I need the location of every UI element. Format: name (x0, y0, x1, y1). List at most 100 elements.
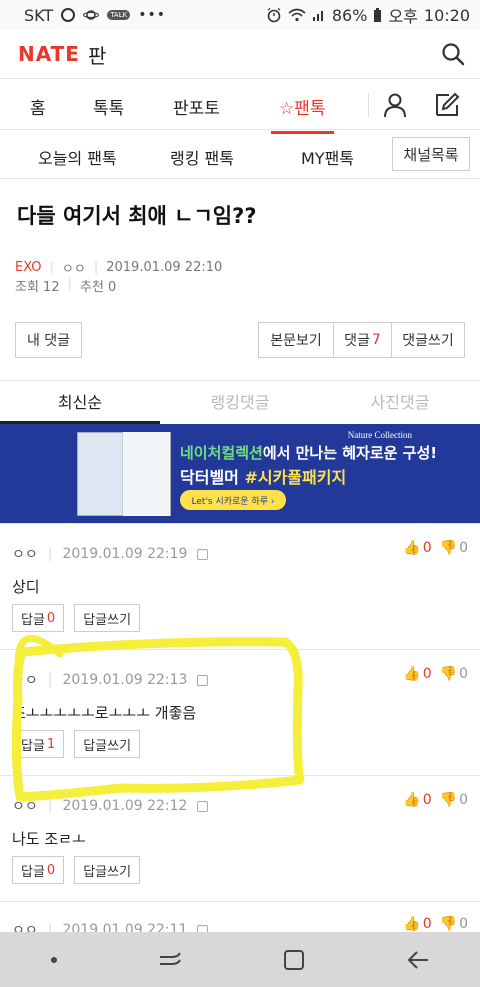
tab-pann-photo[interactable]: 판포토 (173, 94, 220, 119)
comment-datetime: 2019.01.09 22:11 (62, 922, 188, 932)
comments-label: 댓글 (344, 333, 370, 349)
reply-count-button[interactable]: 답글 0 (12, 604, 65, 632)
comment-nick: ㅇㅇ (12, 673, 38, 689)
downvote-count: 0 (459, 540, 468, 556)
post-views: 조회 12 (15, 280, 60, 295)
downvote-count: 0 (459, 916, 468, 932)
comment-body: 조ㅗㅗㅗㅗㅗ로ㅗㅗㅗ 개좋음 (12, 704, 197, 722)
thumbs-up-icon: 👍 (403, 916, 421, 932)
reply-count-button[interactable]: 답글 0 (12, 856, 65, 884)
tab-toktok[interactable]: 톡톡 (93, 94, 124, 119)
subnav-my-fantalk[interactable]: MY팬톡 (301, 145, 354, 169)
post-stats: 조회 12 | 추천 0 (15, 276, 116, 295)
write-reply-label: 답글쓰기 (83, 864, 132, 880)
comment-meta: ㅇㅇ | 2019.01.09 22:13 (12, 670, 209, 690)
dot-icon[interactable] (50, 956, 57, 963)
view-body-label: 본문보기 (270, 333, 322, 349)
banner-product: 닥터벨머 (180, 468, 245, 487)
divider: | (47, 672, 53, 688)
thumbs-down-icon: 👎 (439, 666, 458, 682)
post-recommends: 추천 0 (80, 280, 117, 295)
report-icon[interactable] (197, 674, 209, 686)
write-reply-button[interactable]: 답글쓰기 (74, 604, 141, 632)
report-icon[interactable] (197, 924, 209, 932)
report-icon[interactable] (197, 548, 209, 560)
write-reply-label: 답글쓰기 (83, 738, 132, 754)
report-icon[interactable] (197, 800, 209, 812)
moon-icon (61, 8, 76, 22)
sub-nav: 오늘의 팬톡 랭킹 팬톡 MY팬톡 채널목록 (0, 131, 480, 179)
tab-home[interactable]: 홈 (30, 94, 46, 119)
comment-votes: 👍 0 👎 0 (403, 792, 468, 808)
view-body-button[interactable]: 본문보기 (258, 322, 334, 358)
subnav-ranking-fantalk[interactable]: 랭킹 팬톡 (170, 145, 234, 169)
comment-votes: 👍 0 👎 0 (403, 666, 468, 682)
comment-actions: 답글 0 답글쓰기 (12, 856, 141, 884)
channel-list-button[interactable]: 채널목록 (392, 137, 470, 171)
divider: | (49, 260, 54, 275)
comment-sort-tabs: 최신순 랭킹댓글 사진댓글 (0, 380, 480, 424)
comment-actions: 답글 1 답글쓰기 (12, 730, 141, 758)
more-notifications-icon: ••• (138, 7, 166, 23)
status-bar: SKT TALK ••• 86% 오후 10:20 (0, 0, 480, 30)
subnav-today-fantalk[interactable]: 오늘의 팬톡 (38, 145, 117, 169)
user-icon[interactable] (382, 92, 408, 118)
downvote-button[interactable]: 👎 0 (440, 666, 468, 682)
comment-nick: ㅇㅇ (12, 799, 38, 815)
tab-latest[interactable]: 최신순 (0, 381, 160, 424)
downvote-button[interactable]: 👎 0 (440, 916, 468, 932)
downvote-count: 0 (459, 792, 468, 808)
main-tabs: 홈 톡톡 판포토 ☆팬톡 (0, 78, 480, 134)
post-meta: EXO | ㅇㅇ | 2019.01.09 22:10 (15, 258, 222, 277)
upvote-button[interactable]: 👍 0 (403, 792, 431, 808)
upvote-button[interactable]: 👍 0 (403, 540, 431, 556)
upvote-button[interactable]: 👍 0 (403, 666, 431, 682)
banner-headline: 네이처컬렉션에서 만나는 혜자로운 구성! (180, 442, 437, 463)
banner-hashtag: #시카풀패키지 (244, 468, 347, 487)
upvote-count: 0 (422, 666, 432, 682)
nate-logo[interactable]: NATE (18, 42, 80, 66)
divider: | (47, 798, 53, 814)
write-icon[interactable] (433, 91, 461, 119)
comment-item: ㅇㅇ | 2019.01.09 22:12 👍 0 👎 0 나도 조ㄹㅗ 답글 0 답… (0, 775, 480, 901)
comment-nick: ㅇㅇ (12, 923, 38, 932)
downvote-button[interactable]: 👎 0 (440, 540, 468, 556)
signal-icon (312, 11, 323, 21)
recent-apps-icon[interactable] (158, 950, 182, 970)
ampm-label: 오후 (388, 7, 418, 26)
tab-photo-comments[interactable]: 사진댓글 (320, 381, 480, 424)
comment-body: 나도 조ㄹㅗ (12, 830, 86, 848)
tab-fantalk[interactable]: ☆팬톡 (271, 94, 333, 134)
tab-ranking-comments[interactable]: 랭킹댓글 (160, 381, 320, 424)
upvote-button[interactable]: 👍 0 (403, 916, 431, 932)
my-comments-button[interactable]: 내 댓글 (15, 322, 82, 358)
reply-count-button[interactable]: 답글 1 (12, 730, 65, 758)
home-icon[interactable] (283, 949, 305, 971)
comment-body: 상디 (12, 578, 40, 596)
write-reply-button[interactable]: 답글쓰기 (74, 730, 141, 758)
banner-cta-button[interactable]: Let's 시카로운 하루 › (180, 490, 286, 510)
divider: | (67, 276, 72, 291)
battery-percent: 86% (331, 5, 368, 25)
comment-item: ㅇㅇ | 2019.01.09 22:11 👍 0 👎 0 (0, 901, 480, 932)
search-icon[interactable] (440, 41, 466, 67)
write-comment-button[interactable]: 댓글쓰기 (391, 322, 465, 358)
brand-label: Nature Collection (347, 430, 412, 440)
write-reply-label: 답글쓰기 (83, 612, 132, 628)
reply-count: 0 (46, 610, 56, 626)
comment-item: ㅇㅇ | 2019.01.09 22:13 👍 0 👎 0 조ㅗㅗㅗㅗㅗ로ㅗㅗㅗ 개… (0, 649, 480, 775)
post-category[interactable]: EXO (15, 260, 42, 275)
reply-count: 0 (46, 862, 56, 878)
downvote-button[interactable]: 👎 0 (440, 792, 468, 808)
ad-banner[interactable]: Nature Collection 네이처컬렉션에서 만나는 혜자로운 구성! … (0, 424, 480, 523)
write-reply-button[interactable]: 답글쓰기 (74, 856, 141, 884)
kakaotalk-icon: TALK (107, 10, 131, 20)
clock: 10:20 (423, 5, 470, 25)
comments-count: 7 (371, 332, 381, 348)
alarm-icon (267, 7, 281, 23)
android-nav-bar (0, 932, 480, 987)
upvote-count: 0 (422, 916, 432, 932)
back-icon[interactable] (406, 949, 430, 971)
pann-logo[interactable]: 판 (88, 40, 106, 69)
comments-button[interactable]: 댓글 7 (333, 322, 392, 358)
